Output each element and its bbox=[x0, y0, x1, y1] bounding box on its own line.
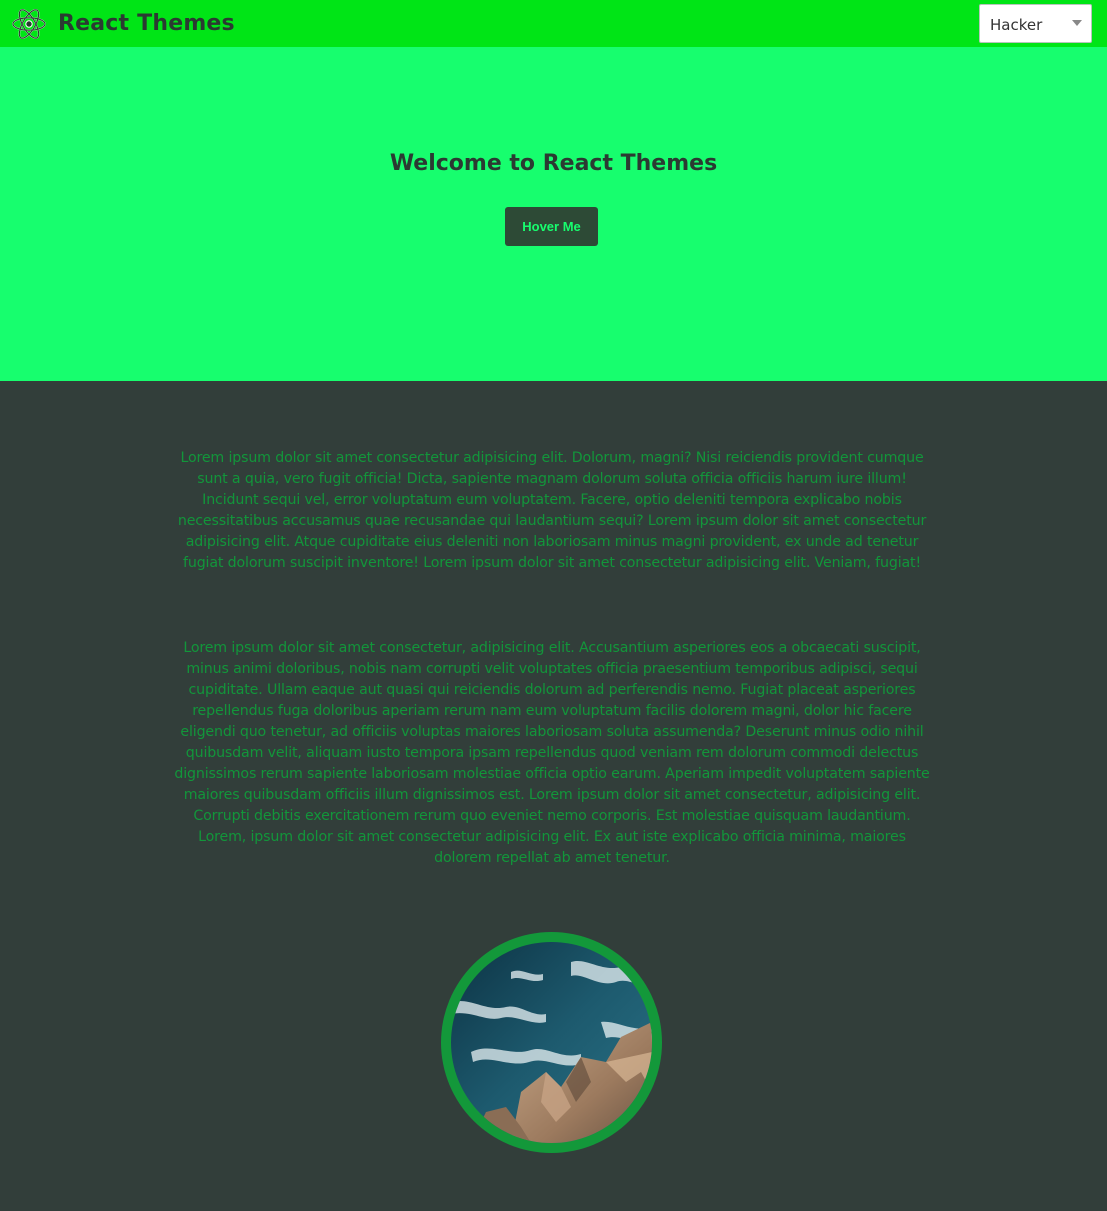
hero-title: Welcome to React Themes bbox=[389, 151, 718, 176]
brand-title[interactable]: React Themes bbox=[58, 9, 235, 39]
react-atom-icon[interactable] bbox=[11, 6, 47, 42]
coastal-rocks-photo bbox=[451, 942, 652, 1143]
circular-image-frame bbox=[441, 932, 662, 1153]
theme-select[interactable]: Hacker bbox=[979, 4, 1092, 43]
chevron-down-icon bbox=[1072, 20, 1082, 26]
content-paragraph-1: Lorem ipsum dolor sit amet consectetur a… bbox=[177, 450, 927, 571]
navbar: React Themes Hacker bbox=[0, 0, 1107, 47]
hero-section: Welcome to React Themes Hover Me bbox=[0, 47, 1107, 381]
hover-me-button[interactable]: Hover Me bbox=[505, 207, 598, 246]
content-paragraph-2: Lorem ipsum dolor sit amet consectetur, … bbox=[174, 640, 930, 866]
theme-select-value: Hacker bbox=[990, 16, 1043, 34]
